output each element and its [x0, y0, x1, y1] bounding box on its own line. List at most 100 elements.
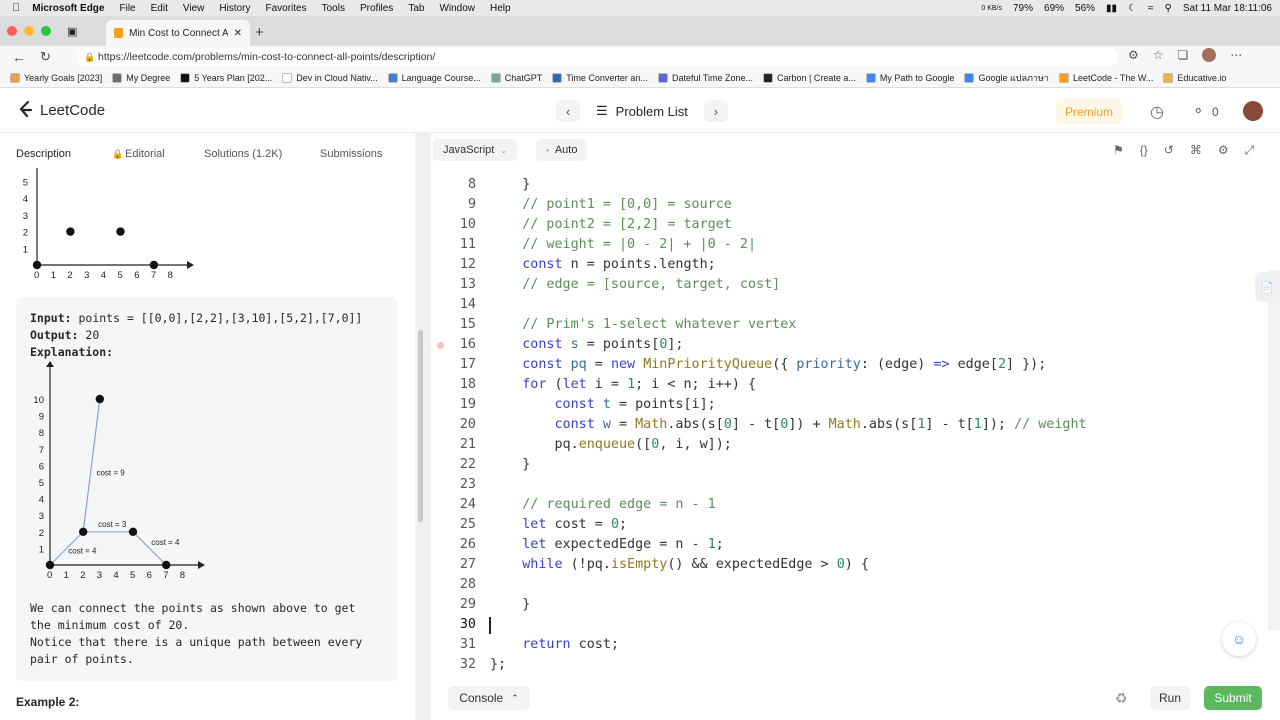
menu-file[interactable]: File [119, 3, 135, 14]
browser-tab-active[interactable]: Min Cost to Connect All Points ✕ [106, 20, 250, 46]
y-tick-label: 1 [39, 544, 44, 555]
menu-history[interactable]: History [219, 3, 250, 14]
bookmark-item[interactable]: Time Converter an... [552, 72, 648, 83]
minimize-window-icon[interactable] [24, 26, 34, 36]
reload-icon[interactable]: ↻ [40, 49, 51, 65]
prev-problem-button[interactable]: ‹ [556, 100, 580, 122]
bookmark-item[interactable]: ChatGPT [490, 72, 542, 83]
menu-tab[interactable]: Tab [408, 3, 424, 14]
explanation-line-4: pair of points. [30, 652, 134, 666]
language-select[interactable]: JavaScript ⌄ [433, 139, 518, 161]
editor-scrollbar[interactable] [1268, 270, 1280, 630]
bookmark-item[interactable]: Language Course... [387, 72, 481, 83]
y-tick-label: 2 [23, 228, 28, 239]
graph-point [149, 260, 159, 270]
user-avatar[interactable] [1243, 101, 1263, 121]
bookmark-item[interactable]: Carbon | Create a... [763, 72, 856, 83]
bookmark-item[interactable]: Dev in Cloud Nativ... [282, 72, 378, 83]
search-icon[interactable]: ⚲ [1165, 3, 1172, 14]
zoom-window-icon[interactable] [41, 26, 51, 36]
bookmark-item[interactable]: Dateful Time Zone... [657, 72, 753, 83]
timer-icon[interactable]: ◷ [1150, 102, 1164, 122]
menu-favorites[interactable]: Favorites [265, 3, 306, 14]
tab-solutions[interactable]: Solutions (1.2K) [204, 148, 282, 160]
battery-icon[interactable]: ▮▮ [1106, 3, 1117, 14]
shortcut-icon[interactable]: ⌘ [1190, 143, 1202, 158]
fullscreen-icon[interactable]: ⤢ [1245, 143, 1255, 158]
close-tab-icon[interactable]: ✕ [234, 28, 242, 39]
bookmark-icon [763, 72, 773, 83]
braces-icon[interactable]: {} [1140, 143, 1148, 158]
feedback-icon[interactable]: ☺ [1222, 622, 1256, 656]
close-window-icon[interactable] [7, 26, 17, 36]
leetcode-logo-icon [19, 101, 33, 118]
settings-icon[interactable]: ⚙ [1218, 143, 1229, 158]
back-icon[interactable]: ← [12, 49, 26, 65]
debug-icon[interactable]: ♻ [1115, 690, 1128, 707]
apple-icon[interactable]:  [12, 2, 20, 14]
menu-profiles[interactable]: Profiles [360, 3, 393, 14]
more-icon[interactable]: ⋯ [1230, 48, 1242, 62]
code-editor[interactable]: 8 } 9 // point1 = [0,0] = source 10 // poi… [431, 166, 1267, 682]
x-tick-label: 7 [151, 270, 156, 281]
premium-button[interactable]: Premium [1056, 99, 1122, 124]
tab-overview-icon[interactable]: ▣ [67, 25, 77, 38]
bookmark-item[interactable]: My Path to Google [865, 72, 954, 83]
new-tab-icon[interactable]: + [255, 24, 264, 41]
menu-help[interactable]: Help [490, 3, 511, 14]
edge-label: cost = 4 [151, 538, 180, 547]
side-doc-icon[interactable]: 📄 [1255, 272, 1279, 302]
app-name[interactable]: Microsoft Edge [32, 3, 104, 14]
moon-icon[interactable]: ☾ [1128, 3, 1137, 14]
description-tabs: Description 🔒 Editorial Solutions (1.2K)… [0, 140, 415, 168]
line-number: 19 [459, 397, 476, 412]
tab-description[interactable]: Description [16, 148, 71, 160]
line-number: 14 [459, 297, 476, 312]
y-tick-label: 8 [39, 428, 44, 439]
graph-point [116, 227, 125, 236]
profile-avatar[interactable] [1202, 48, 1217, 62]
menu-window[interactable]: Window [439, 3, 475, 14]
mode-select[interactable]: • Auto [536, 139, 588, 161]
run-button[interactable]: Run [1150, 686, 1190, 710]
next-problem-button[interactable]: › [703, 100, 728, 122]
collections-icon[interactable]: ❏ [1178, 48, 1189, 62]
bookmark-item[interactable]: LeetCode - The W... [1058, 72, 1153, 83]
line-number: 29 [459, 597, 476, 612]
datetime[interactable]: Sat 11 Mar 18:11:06 [1183, 3, 1272, 14]
language-value: JavaScript [443, 144, 495, 156]
line-number: 31 [459, 637, 476, 652]
bookmark-item[interactable]: Yearly Goals [2023] [10, 72, 102, 83]
reset-icon[interactable]: ↺ [1164, 143, 1174, 158]
bookmark-item[interactable]: Google แปลภาษา [964, 71, 1049, 85]
bookmark-icon [180, 72, 191, 83]
extensions-icon[interactable]: ⚙ [1128, 48, 1139, 62]
console-button[interactable]: Console ⌃ [448, 686, 530, 710]
x-tick-label: 8 [168, 270, 173, 281]
line-code: const pq = new MinPriorityQueue({ priori… [522, 357, 1047, 372]
bookmark-item[interactable]: 5 Years Plan [202... [180, 72, 272, 83]
menu-view[interactable]: View [183, 3, 205, 14]
x-tick-label: 1 [51, 270, 56, 281]
leetcode-logo[interactable]: LeetCode [18, 101, 105, 119]
breakpoint-icon[interactable] [437, 342, 444, 349]
streak-icon[interactable]: ⚬ [1192, 102, 1205, 120]
tab-editorial[interactable]: Editorial [125, 148, 165, 160]
cpu-usage: 56% [1075, 2, 1096, 14]
bookmark-item[interactable]: My Degree [112, 72, 170, 83]
description-scrollbar[interactable] [418, 330, 423, 522]
menu-tools[interactable]: Tools [322, 3, 345, 14]
url-bar[interactable]: 🔒 https://leetcode.com/problems/min-cost… [78, 48, 1118, 66]
submit-button[interactable]: Submit [1204, 686, 1262, 710]
x-tick-label: 5 [130, 570, 135, 581]
tab-submissions[interactable]: Submissions [320, 148, 382, 160]
problem-list-link[interactable]: Problem List [616, 104, 688, 119]
x-tick-label: 0 [47, 570, 52, 581]
wifi-icon[interactable]: ≈ [1148, 3, 1154, 14]
bookmark-label: Carbon | Create a... [777, 72, 856, 83]
line-number: 12 [459, 257, 476, 272]
favorites-icon[interactable]: ☆ [1153, 48, 1164, 62]
menu-edit[interactable]: Edit [151, 3, 168, 14]
bookmark-icon[interactable]: ⚑ [1113, 143, 1124, 158]
bookmark-item[interactable]: Educative.io [1163, 72, 1226, 83]
